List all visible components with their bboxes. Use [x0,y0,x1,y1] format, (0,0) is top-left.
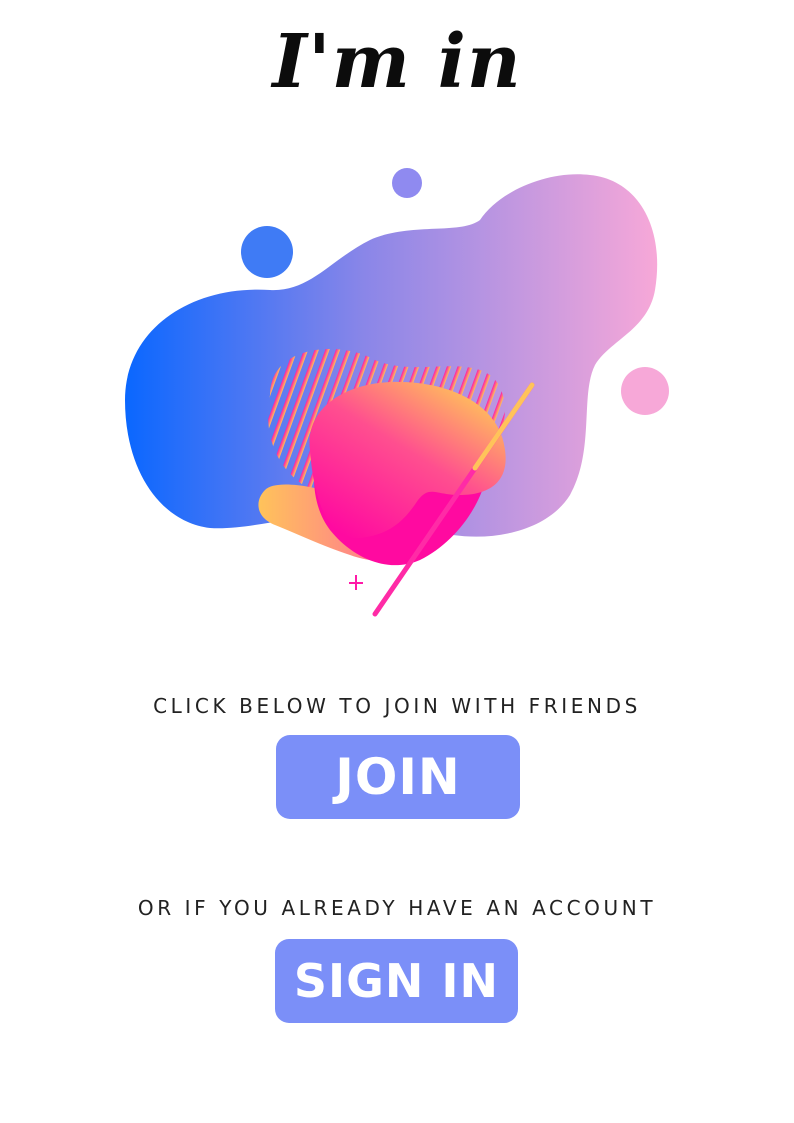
sign-in-button[interactable]: SIGN IN [275,939,518,1023]
signin-caption: OR IF YOU ALREADY HAVE AN ACCOUNT [137,896,657,920]
abstract-blob-illustration-icon [125,168,669,617]
join-caption: CLICK BELOW TO JOIN WITH FRIENDS [153,694,641,718]
page-title: I'm in [272,19,522,105]
join-button[interactable]: JOIN [276,735,520,819]
